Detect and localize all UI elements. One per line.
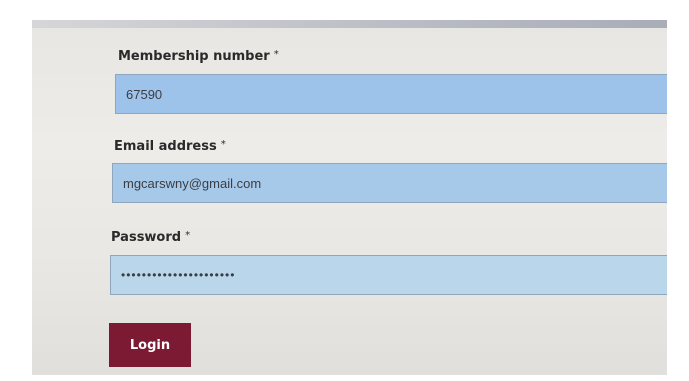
email-address-input[interactable]: mgcarswny@gmail.com <box>112 163 667 203</box>
email-address-label-text: Email address <box>114 139 217 154</box>
password-label-text: Password <box>111 230 182 245</box>
required-mark: * <box>185 230 191 241</box>
email-address-label: Email address * <box>114 139 226 154</box>
login-button[interactable]: Login <box>109 323 191 367</box>
login-form-screen: Membership number * 67590 Email address * … <box>32 20 667 375</box>
password-masked-value: •••••••••••••••••••••• <box>121 268 236 282</box>
password-input[interactable]: •••••••••••••••••••••• <box>110 255 667 295</box>
email-address-value: mgcarswny@gmail.com <box>123 175 262 191</box>
membership-number-value: 67590 <box>126 86 163 102</box>
browser-top-edge <box>32 20 667 28</box>
membership-number-label: Membership number * <box>118 49 279 64</box>
membership-number-label-text: Membership number <box>118 49 270 64</box>
required-mark: * <box>220 139 226 150</box>
required-mark: * <box>273 49 279 60</box>
photo-frame: Membership number * 67590 Email address * … <box>0 0 689 381</box>
password-label: Password * <box>111 230 190 245</box>
membership-number-input[interactable]: 67590 <box>115 74 667 114</box>
